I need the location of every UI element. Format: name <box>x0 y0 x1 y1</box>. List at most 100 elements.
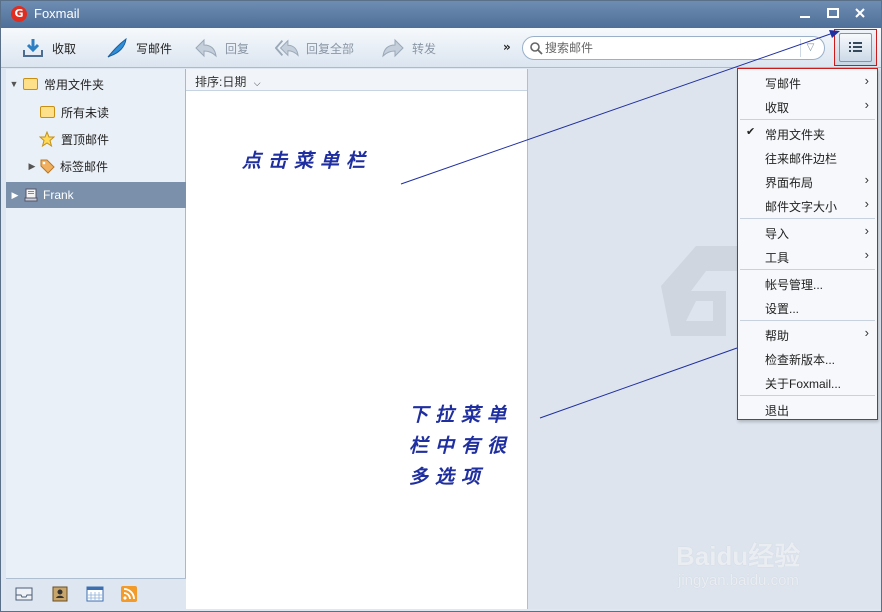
expand-right-icon[interactable]: ▶ <box>26 161 38 172</box>
foxmail-window: G Foxmail 收取 写邮件 回复 回复全部 转发 » 搜索邮件 ▽ ▼ 常… <box>0 0 882 612</box>
menu-item-check-update[interactable]: 检查新版本... <box>738 346 877 370</box>
reply-all-button[interactable]: 回复全部 <box>275 36 354 60</box>
menu-item-label: 工具 <box>765 251 790 265</box>
menu-item-label: 界面布局 <box>765 176 814 190</box>
menu-separator <box>740 119 875 120</box>
menu-item-about[interactable]: 关于Foxmail... <box>738 370 877 394</box>
main-menu-button[interactable] <box>839 33 872 62</box>
reply-all-label: 回复全部 <box>306 41 355 56</box>
checkmark-icon: ✔ <box>746 126 756 138</box>
receive-label: 收取 <box>52 41 77 56</box>
search-input[interactable] <box>545 40 795 56</box>
sidebar-item-all-unread[interactable]: 所有未读 <box>6 99 186 125</box>
chevron-right-icon: › <box>864 172 869 187</box>
sidebar-item-common-folders[interactable]: ▼ 常用文件夹 <box>6 71 186 97</box>
menu-item-exit[interactable]: 退出 <box>738 397 877 421</box>
menu-item-account-management[interactable]: 帐号管理... <box>738 271 877 295</box>
menu-separator <box>740 218 875 219</box>
feather-pen-icon <box>105 37 129 59</box>
folder-icon <box>23 78 38 90</box>
sidebar-item-account-frank[interactable]: ▶ Frank <box>6 182 186 208</box>
compose-label: 写邮件 <box>136 41 173 56</box>
menu-item-import[interactable]: 导入 › <box>738 220 877 244</box>
annotation-dropdown-note-line2: 栏中有很 <box>409 435 514 457</box>
main-menu-dropdown: 写邮件 › 收取 › ✔ 常用文件夹 往来邮件边栏 界面布局 › 邮件文字大小 … <box>737 68 878 420</box>
baidu-jingyan-url: jingyan.baidu.com <box>678 572 799 589</box>
reply-arrow-icon <box>194 37 218 59</box>
reply-label: 回复 <box>225 41 250 56</box>
sort-selector[interactable]: 排序:日期 ⌵ <box>186 69 527 91</box>
annotation-dropdown-note-line1: 下拉菜单 <box>409 404 514 426</box>
menu-item-label: 退出 <box>765 404 790 418</box>
close-icon[interactable] <box>852 6 868 22</box>
foxmail-logo-icon: G <box>11 6 27 22</box>
expand-right-icon[interactable]: ▶ <box>9 190 21 201</box>
chevron-right-icon: › <box>864 97 869 112</box>
tag-icon <box>39 158 55 174</box>
sidebar-item-label: 所有未读 <box>61 105 110 120</box>
rss-feed-icon[interactable] <box>121 586 137 605</box>
forward-arrow-icon <box>381 37 405 59</box>
sidebar-item-label: 标签邮件 <box>60 159 109 174</box>
minimize-icon[interactable] <box>797 6 813 22</box>
menu-item-label: 往来邮件边栏 <box>765 152 838 166</box>
toolbar: 收取 写邮件 回复 回复全部 转发 » 搜索邮件 ▽ <box>1 28 881 68</box>
chevron-right-icon: › <box>864 73 869 88</box>
menu-separator <box>740 269 875 270</box>
menu-item-label: 帮助 <box>765 329 790 343</box>
menu-item-compose[interactable]: 写邮件 › <box>738 70 877 94</box>
search-icon <box>529 41 543 55</box>
folder-sidebar: ▼ 常用文件夹 所有未读 置顶邮件 ▶ 标签邮件 ▶ Frank <box>6 69 186 579</box>
chevron-right-icon: › <box>864 247 869 262</box>
menu-item-label: 导入 <box>765 227 790 241</box>
sidebar-item-pinned[interactable]: 置顶邮件 <box>6 126 186 152</box>
annotation-click-menu: 点击菜单栏 <box>242 150 373 172</box>
chevron-right-icon: › <box>864 196 869 211</box>
chevron-right-icon: › <box>864 223 869 238</box>
menu-item-receive[interactable]: 收取 › <box>738 94 877 118</box>
sort-label: 排序:日期 <box>195 75 247 89</box>
sidebar-item-label: Frank <box>43 188 74 202</box>
menu-item-label: 帐号管理... <box>765 278 824 292</box>
main-menu-highlight <box>834 29 877 66</box>
menu-item-label: 检查新版本... <box>765 353 836 367</box>
menu-item-tools[interactable]: 工具 › <box>738 244 877 268</box>
menu-item-common-folders[interactable]: ✔ 常用文件夹 <box>738 121 877 145</box>
menu-list-icon <box>849 42 862 52</box>
menu-item-label: 邮件文字大小 <box>765 200 838 214</box>
menu-item-label: 常用文件夹 <box>765 128 826 142</box>
receive-button[interactable]: 收取 <box>21 36 76 60</box>
expand-down-icon[interactable]: ▼ <box>8 79 20 89</box>
folder-icon <box>40 106 55 118</box>
menu-item-label: 设置... <box>765 302 800 316</box>
menu-item-text-size[interactable]: 邮件文字大小 › <box>738 193 877 217</box>
menu-item-layout[interactable]: 界面布局 › <box>738 169 877 193</box>
baidu-jingyan-watermark: Baidu经验 <box>676 541 801 571</box>
title-bar: G Foxmail <box>1 1 881 28</box>
reply-all-icon <box>275 37 299 59</box>
sidebar-item-label: 置顶邮件 <box>61 132 110 147</box>
foxmail-watermark-logo <box>661 246 746 336</box>
reply-button[interactable]: 回复 <box>194 36 249 60</box>
menu-item-label: 写邮件 <box>765 77 802 91</box>
sidebar-bottom-bar <box>6 578 186 609</box>
maximize-icon[interactable] <box>825 6 841 22</box>
menu-item-correspondence-sidebar[interactable]: 往来邮件边栏 <box>738 145 877 169</box>
contacts-icon[interactable] <box>51 586 69 605</box>
menu-separator <box>740 320 875 321</box>
forward-button[interactable]: 转发 <box>381 36 436 60</box>
forward-label: 转发 <box>412 41 437 56</box>
calendar-icon[interactable] <box>86 586 104 605</box>
compose-button[interactable]: 写邮件 <box>105 36 172 60</box>
annotation-dropdown-note-line3: 多选项 <box>409 466 488 488</box>
sidebar-item-tagged[interactable]: ▶ 标签邮件 <box>6 153 186 179</box>
search-box: ▽ <box>522 36 825 60</box>
menu-item-settings[interactable]: 设置... <box>738 295 877 319</box>
menu-item-label: 收取 <box>765 101 790 115</box>
toolbar-more-button[interactable]: » <box>503 40 511 54</box>
search-dropdown-icon[interactable]: ▽ <box>800 39 820 57</box>
mail-view-icon[interactable] <box>15 586 33 605</box>
window-title: Foxmail <box>34 6 80 21</box>
account-icon <box>23 187 39 203</box>
menu-item-help[interactable]: 帮助 › <box>738 322 877 346</box>
